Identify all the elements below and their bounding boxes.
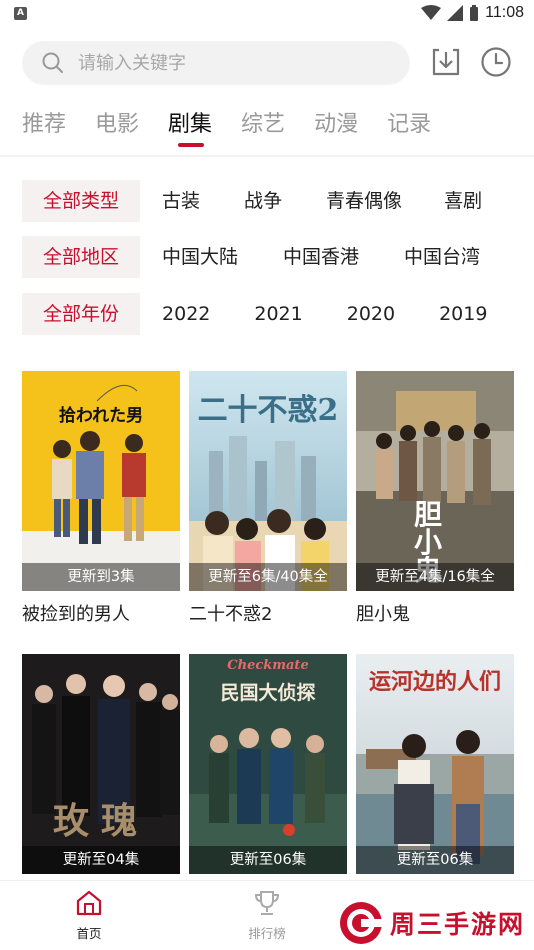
show-poster[interactable]: 运河边的人们 更新至06集 [356, 654, 514, 874]
filter-row-region: 全部地区 中国大陆 中国香港 中国台湾 [22, 236, 480, 278]
tab-variety[interactable]: 综艺 [241, 106, 285, 148]
show-poster[interactable]: 胆小鬼 更新至4集/16集全 [356, 371, 514, 591]
nav-label: 排行榜 [248, 926, 286, 941]
tab-recommend[interactable]: 推荐 [22, 106, 66, 148]
filter-row-year: 全部年份 2022 2021 2020 2019 [22, 293, 487, 335]
watermark-text: 周三手游网 [390, 910, 526, 939]
filter-row-type: 全部类型 古装 战争 青春偶像 喜剧 [22, 180, 482, 222]
filter-region-option[interactable]: 中国台湾 [404, 236, 480, 278]
tab-documentary[interactable]: 记录 [387, 106, 431, 148]
show-name: 胆小鬼 [356, 604, 410, 625]
tab-underline [178, 143, 205, 147]
episode-badge: 更新到3集 [22, 563, 180, 591]
clock-time: 11:08 [485, 4, 524, 21]
history-clock-icon[interactable] [480, 46, 512, 78]
filter-type-option[interactable]: 战争 [244, 180, 282, 222]
show-card[interactable]: Checkmate 民国大侦探 更新至06集 [189, 654, 347, 907]
tab-anime[interactable]: 动漫 [314, 106, 358, 148]
episode-badge: 更新至04集 [22, 846, 180, 874]
nav-label: 首页 [76, 926, 102, 941]
category-tabs: 推荐 电影 剧集 综艺 动漫 记录 [22, 106, 431, 148]
filter-region-option[interactable]: 中国香港 [283, 236, 359, 278]
poster-title-text: 民国大侦探 [220, 682, 316, 704]
filter-year-option[interactable]: 2022 [162, 293, 210, 335]
filter-type-all[interactable]: 全部类型 [22, 180, 141, 222]
tab-label: 推荐 [22, 112, 67, 137]
battery-icon [470, 4, 479, 21]
show-name: 二十不惑2 [189, 604, 273, 625]
download-icon[interactable] [430, 46, 462, 78]
episode-badge: 更新至06集 [189, 846, 347, 874]
show-card[interactable]: 运河边的人们 更新至06集 [356, 654, 514, 907]
filter-type-option[interactable]: 古装 [162, 180, 200, 222]
search-bar[interactable] [22, 41, 410, 85]
signal-icon [447, 5, 464, 21]
filter-region-option[interactable]: 中国大陆 [162, 236, 238, 278]
episode-badge: 更新至06集 [356, 846, 514, 874]
episode-badge: 更新至4集/16集全 [356, 563, 514, 591]
show-poster[interactable]: Checkmate 民国大侦探 更新至06集 [189, 654, 347, 874]
nav-ranking[interactable]: 排行榜 [227, 889, 307, 942]
poster-title-text: 拾われた男 [58, 406, 144, 426]
tab-label: 动漫 [314, 112, 359, 137]
episode-badge: 更新至6集/40集全 [189, 563, 347, 591]
search-icon [42, 52, 63, 73]
show-card[interactable]: 二十不惑2 更新至6集/40集全 二十不惑2 [189, 371, 347, 625]
poster-subtitle: Checkmate [227, 658, 309, 673]
poster-title-text: 玫瑰 [52, 800, 149, 842]
show-card[interactable]: 玫瑰 更新至04集 [22, 654, 180, 907]
show-poster[interactable]: 二十不惑2 更新至6集/40集全 [189, 371, 347, 591]
notification-icon: A [14, 7, 27, 20]
site-watermark: 周三手游网 [338, 900, 525, 946]
home-icon [76, 890, 102, 916]
tab-label: 记录 [387, 112, 432, 137]
show-grid: 拾われた男 更新到3集 被捡到的男人 二十不惑2 更新至6集/40集全 二十不惑… [22, 371, 514, 907]
show-poster[interactable]: 玫瑰 更新至04集 [22, 654, 180, 874]
filter-year-option[interactable]: 2020 [347, 293, 395, 335]
filter-year-all[interactable]: 全部年份 [22, 293, 141, 335]
watermark-logo-icon [340, 902, 383, 944]
filter-type-option[interactable]: 青春偶像 [326, 180, 402, 222]
show-card[interactable]: 胆小鬼 更新至4集/16集全 胆小鬼 [356, 371, 514, 625]
show-card[interactable]: 拾われた男 更新到3集 被捡到的男人 [22, 371, 180, 625]
nav-home[interactable]: 首页 [49, 889, 129, 942]
status-bar: A 11:08 [0, 0, 534, 28]
trophy-icon [254, 891, 280, 915]
filter-year-option[interactable]: 2021 [254, 293, 302, 335]
tab-movies[interactable]: 电影 [95, 106, 139, 148]
filter-year-option[interactable]: 2019 [439, 293, 487, 335]
show-poster[interactable]: 拾われた男 更新到3集 [22, 371, 180, 591]
search-input[interactable] [78, 52, 378, 74]
tab-series[interactable]: 剧集 [168, 106, 212, 148]
tab-label: 剧集 [168, 112, 213, 137]
poster-title-text: 二十不惑2 [197, 393, 339, 428]
tab-label: 综艺 [241, 112, 286, 137]
show-name: 被捡到的男人 [22, 604, 130, 625]
filter-region-all[interactable]: 全部地区 [22, 236, 141, 278]
tabs-divider [0, 155, 534, 157]
filter-type-option[interactable]: 喜剧 [444, 180, 482, 222]
status-icons: 11:08 [421, 4, 524, 22]
wifi-icon [421, 5, 442, 20]
poster-title-text: 运河边的人们 [368, 669, 501, 695]
tab-label: 电影 [95, 112, 140, 137]
